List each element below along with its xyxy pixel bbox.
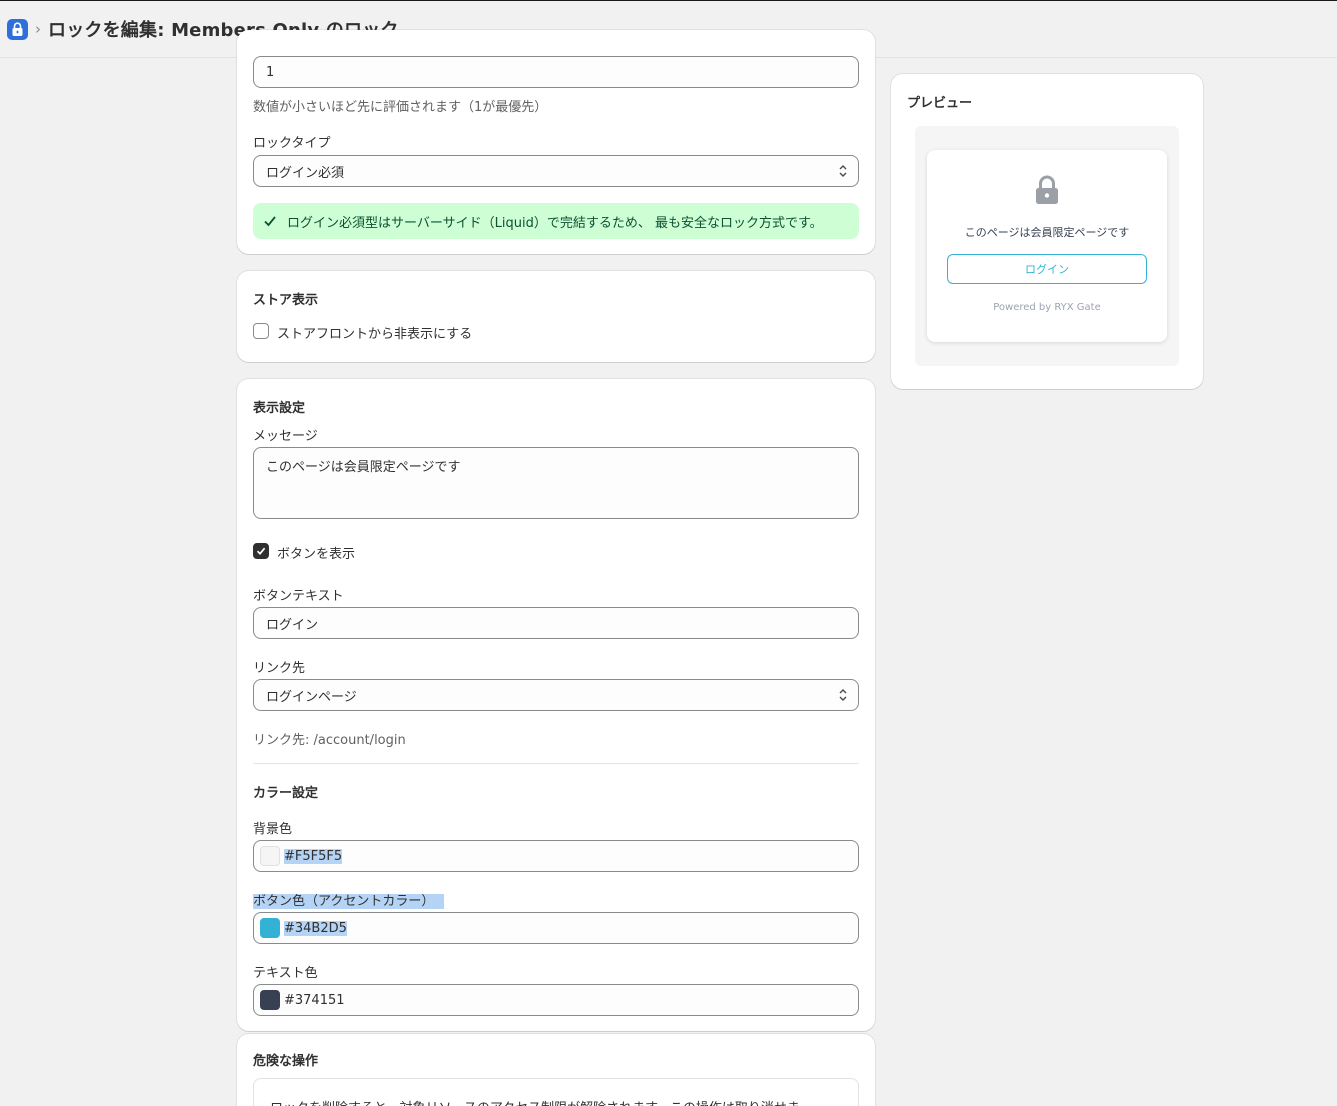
priority-input[interactable]: 1 [253, 56, 859, 88]
color-settings-title: カラー設定 [253, 786, 319, 801]
message-value: このページは会員限定ページです [266, 460, 461, 475]
store-display-card: ストア表示 ストアフロントから非表示にする [237, 271, 875, 362]
lock-type-label: ロックタイプ [253, 136, 331, 151]
accent-color-swatch[interactable] [260, 918, 280, 938]
checkbox-check-icon [256, 547, 266, 555]
select-arrows-icon [839, 689, 847, 701]
lock-icon [1036, 175, 1058, 204]
lock-type-select[interactable]: ログイン必須 [253, 155, 859, 187]
checkmark-icon [264, 216, 276, 227]
lock-type-value: ログイン必須 [266, 165, 345, 181]
accent-color-label: ボタン色（アクセントカラー） [253, 890, 445, 909]
message-textarea[interactable]: このページは会員限定ページです [253, 447, 859, 519]
link-help: リンク先: /account/login [253, 733, 406, 748]
display-settings-title: 表示設定 [253, 401, 306, 416]
preview-card: プレビュー このページは会員限定ページです ログイン Powered by RY… [891, 74, 1203, 389]
show-button-checkbox[interactable] [253, 543, 269, 559]
accent-color-value: #34B2D5 [284, 920, 347, 936]
security-info-banner: ログイン必須型はサーバーサイド（Liquid）で完結するため、 最も安全なロック… [253, 203, 859, 239]
section-divider [253, 763, 859, 764]
preview-lock-box: このページは会員限定ページです ログイン Powered by RYX Gate [927, 150, 1167, 342]
lock-app-icon[interactable] [7, 18, 28, 40]
button-text-input[interactable]: ログイン [253, 607, 859, 639]
preview-message: このページは会員限定ページです [964, 226, 1130, 239]
link-select[interactable]: ログインページ [253, 679, 859, 711]
display-settings-card: 表示設定 メッセージ このページは会員限定ページです ボタンを表示 ボタンテキス… [237, 379, 875, 1031]
accent-color-input[interactable]: #34B2D5 [253, 912, 859, 944]
hide-storefront-checkbox[interactable] [253, 323, 269, 339]
powered-by-text: Powered by RYX Gate [993, 302, 1101, 313]
preview-login-button[interactable]: ログイン [947, 254, 1147, 284]
danger-zone-description: ロックを削除すると、対象リソースのアクセス制限が解除されます。この操作は取り消せ… [253, 1078, 859, 1106]
banner-text: ログイン必須型はサーバーサイド（Liquid）で完結するため、 最も安全なロック… [287, 215, 823, 231]
text-color-input[interactable]: #374151 [253, 984, 859, 1016]
breadcrumb-separator: › [35, 20, 41, 38]
preview-area: このページは会員限定ページです ログイン Powered by RYX Gate [915, 126, 1179, 366]
preview-title: プレビュー [907, 96, 973, 111]
text-color-swatch[interactable] [260, 990, 280, 1010]
danger-zone-card: 危険な操作 ロックを削除すると、対象リソースのアクセス制限が解除されます。この操… [237, 1034, 875, 1106]
text-color-value: #374151 [284, 992, 345, 1008]
priority-value: 1 [266, 64, 275, 80]
store-display-title: ストア表示 [253, 293, 319, 308]
hide-storefront-label[interactable]: ストアフロントから非表示にする [277, 323, 472, 342]
button-text-value: ログイン [266, 617, 319, 633]
link-label: リンク先 [253, 661, 306, 676]
message-label: メッセージ [253, 429, 318, 444]
lock-settings-card: 1 数値が小さいほど先に評価されます（1が最優先） ロックタイプ ログイン必須 … [237, 30, 875, 254]
bg-color-input[interactable]: #F5F5F5 [253, 840, 859, 872]
bg-color-label: 背景色 [253, 822, 293, 837]
link-value: ログインページ [266, 689, 357, 705]
bg-color-value: #F5F5F5 [284, 848, 343, 864]
show-button-label[interactable]: ボタンを表示 [277, 543, 355, 562]
danger-zone-title: 危険な操作 [253, 1054, 319, 1069]
priority-help: 数値が小さいほど先に評価されます（1が最優先） [253, 100, 548, 115]
button-text-label: ボタンテキスト [253, 589, 344, 604]
select-arrows-icon [839, 165, 847, 177]
text-color-label: テキスト色 [253, 966, 318, 981]
bg-color-swatch[interactable] [260, 846, 280, 866]
